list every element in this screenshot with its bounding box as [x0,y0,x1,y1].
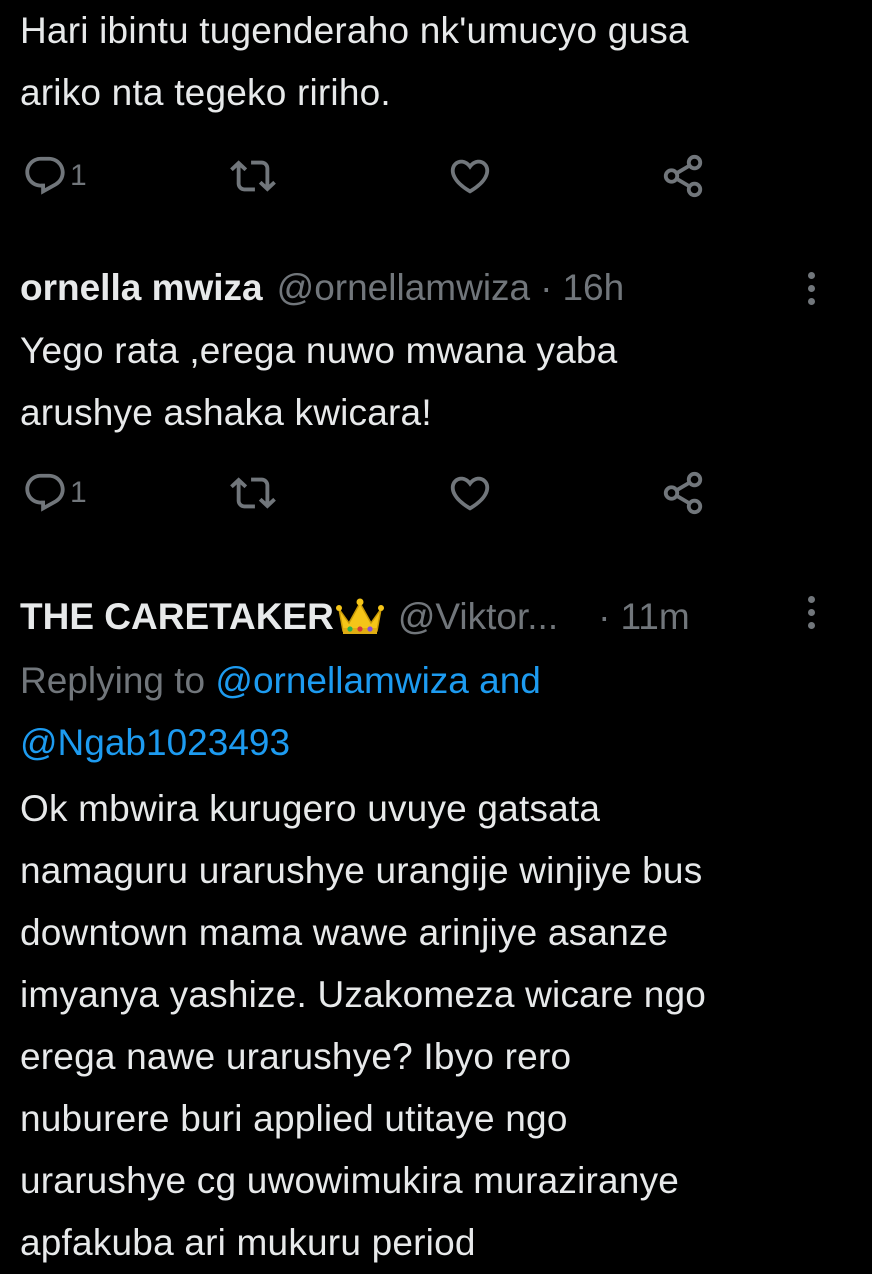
separator: · [540,267,553,308]
tweet-3-text-line: erega nawe urarushye? Ibyo rero [20,1036,572,1077]
tweet-2-action-bar: 1 [0,463,872,523]
reply-button[interactable]: 1 [22,463,87,523]
tweet-2-text: Yego rata ,erega nuwo mwana yaba arushye… [20,320,840,444]
tweet-2-text-line: Yego rata ,erega nuwo mwana yaba [20,330,618,371]
tweet-2-text-line: arushye ashaka kwicara! [20,392,432,433]
replying-prefix: Replying to [20,660,216,701]
separator: · [598,596,611,637]
more-icon [807,271,815,279]
like-button[interactable] [447,146,493,206]
timestamp[interactable]: 16h [562,267,624,309]
more-icon [807,595,815,603]
retweet-button[interactable] [230,463,276,523]
retweet-icon [230,160,276,192]
retweet-icon [230,477,276,509]
like-icon [450,159,490,194]
more-icon [807,284,815,292]
like-icon [450,476,490,511]
tweet-3-text-line: imyanya yashize. Uzakomeza wicare ngo [20,974,707,1015]
user-handle[interactable]: @Viktor... [398,596,558,638]
more-icon [807,297,815,305]
more-icon [807,621,815,629]
tweet-3-text: Ok mbwira kurugero uvuye gatsata namagur… [20,778,840,1274]
share-icon [663,154,703,198]
timestamp[interactable]: 11m [620,596,689,638]
share-icon [663,471,703,515]
reply-icon [25,473,65,512]
tweet-1-text-line: ariko nta tegeko ririho. [20,72,391,113]
tweet-3-text-line: namaguru urarushye urangije winjiye bus [20,850,703,891]
replying-to: Replying to @ornellamwiza and @Ngab10234… [20,650,840,774]
reply-count: 1 [70,476,87,509]
user-handle[interactable]: @ornellamwiza [277,267,530,309]
tweet-2-header: ornella mwiza @ornellamwiza · 16h [20,258,624,318]
like-button[interactable] [447,463,493,523]
crown-emoji-icon [335,598,384,634]
more-icon [807,608,815,616]
tweet-3-text-line: nuburere buri applied utitaye ngo [20,1098,568,1139]
reply-count: 1 [70,159,87,192]
mention-link[interactable]: @Ngab1023493 [20,722,290,763]
mention-and[interactable]: and [469,660,541,701]
reply-icon [25,156,65,195]
display-name[interactable]: ornella mwiza [20,267,263,309]
retweet-button[interactable] [230,146,276,206]
tweet-1-text: Hari ibintu tugenderaho nk'umucyo gusa a… [20,0,840,124]
tweet-3-text-line: Ok mbwira kurugero uvuye gatsata [20,788,601,829]
reply-button[interactable]: 1 [22,146,87,206]
share-button[interactable] [660,146,706,206]
more-options-button[interactable] [796,258,826,318]
tweet-3-header: THE CARETAKER @Viktor... · 11m [20,587,690,647]
tweet-3-text-line: urarushye cg uwowimukira muraziranye [20,1160,680,1201]
tweet-3-text-line: downtown mama wawe arinjiye asanze [20,912,669,953]
tweet-1-action-bar: 1 [0,146,872,206]
tweet-1-text-line: Hari ibintu tugenderaho nk'umucyo gusa [20,10,689,51]
tweet-3-text-line: apfakuba ari mukuru period [20,1222,476,1263]
share-button[interactable] [660,463,706,523]
more-options-button[interactable] [796,582,826,642]
mention-link[interactable]: @ornellamwiza [215,660,468,701]
display-name[interactable]: THE CARETAKER [20,596,334,638]
